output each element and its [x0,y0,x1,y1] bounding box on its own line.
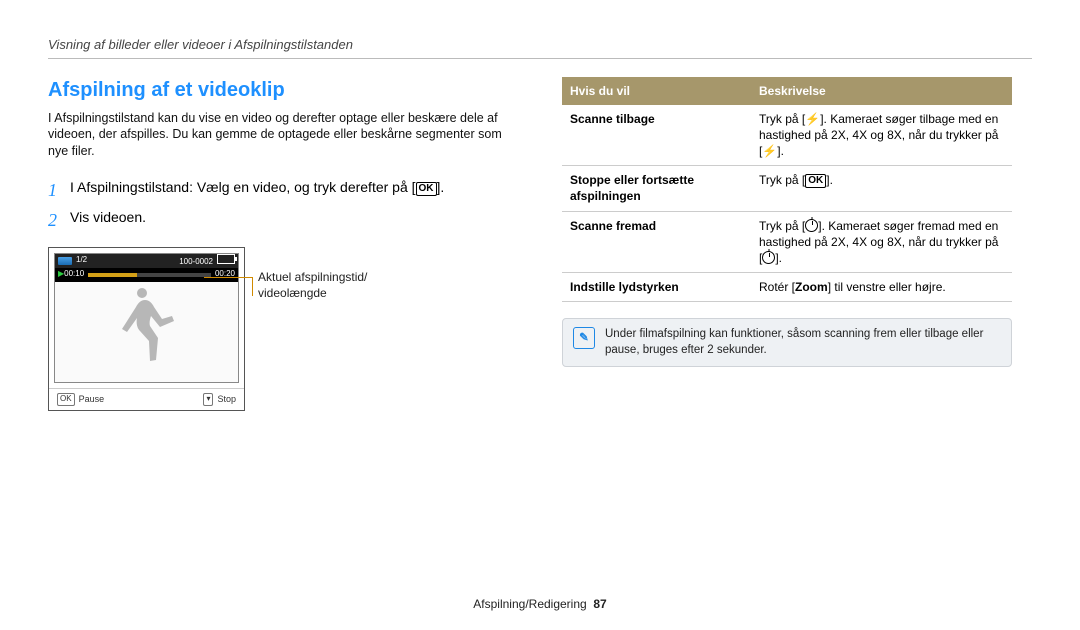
section-title: Afspilning af et videoklip [48,77,518,104]
preview-index: 1/2 [76,255,87,266]
bolt-icon: ⚡ [805,111,820,127]
timer-icon [805,219,818,232]
ok-icon: OK [416,182,437,196]
callout: Aktuel afspilningstid/videolængde [252,269,367,301]
table-head-left: Hvis du vil [562,77,751,105]
mode-chip-icon [58,257,72,265]
divider [48,58,1032,59]
note-box: ✎ Under filmafspilning kan funktioner, s… [562,318,1012,367]
step-number-2: 2 [48,208,70,232]
video-preview: 1/2 100-0002 ▶ 00:10 00:20 [48,247,245,411]
ok-keycap-icon: OK [57,393,75,406]
step-number-1: 1 [48,178,70,202]
battery-icon [217,254,235,264]
table-row: Indstille lydstyrken Rotér [Zoom] til ve… [562,273,1012,302]
progress-bar [88,273,211,277]
preview-stop-label: Stop [217,393,236,405]
intro-text: I Afspilningstilstand kan du vise en vid… [48,110,518,161]
dancer-silhouette-icon [112,282,182,372]
step-2-text: Vis videoen. [70,208,518,227]
ok-icon: OK [805,174,826,188]
table-row: Scanne tilbage Tryk på [⚡]. Kameraet søg… [562,105,1012,166]
table-head-right: Beskrivelse [751,77,1012,105]
controls-table: Hvis du vil Beskrivelse Scanne tilbage T… [562,77,1012,303]
down-keycap-icon: ▾ [203,393,213,406]
preview-pause-label: Pause [79,393,105,405]
table-row: Scanne fremad Tryk på []. Kameraet søger… [562,211,1012,273]
breadcrumb: Visning af billeder eller videoer i Afsp… [48,36,1032,54]
table-row: Stoppe eller fortsætte afspilningen Tryk… [562,166,1012,211]
note-text: Under filmafspilning kan funktioner, sås… [605,327,1001,358]
preview-counter: 100-0002 [179,257,213,266]
step-1-text: I Afspilningstilstand: Vælg en video, og… [70,178,518,197]
bolt-icon: ⚡ [762,143,777,159]
time-current: 00:10 [64,269,84,280]
timer-icon [762,251,775,264]
note-icon: ✎ [573,327,595,349]
page-footer: Afspilning/Redigering 87 [0,596,1080,612]
